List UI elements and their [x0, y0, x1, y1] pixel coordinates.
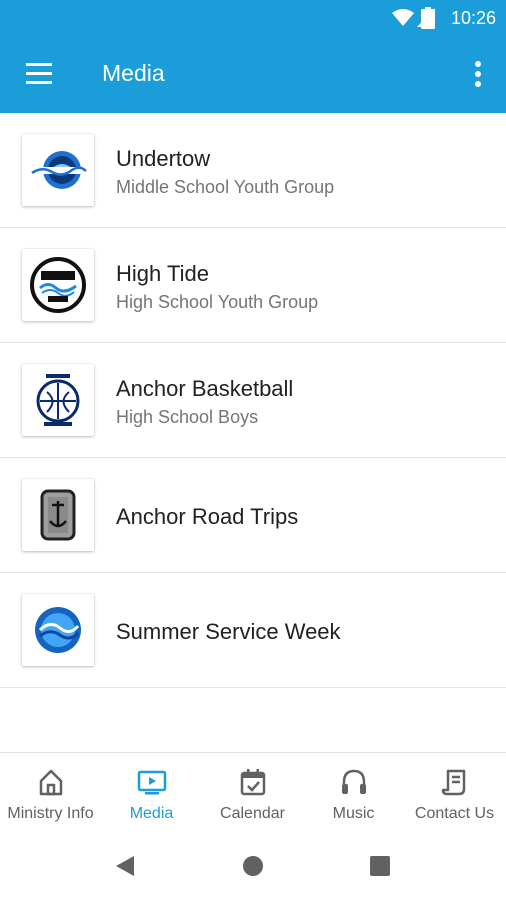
top-bar: 10:26 Media	[0, 0, 506, 113]
more-vert-icon	[475, 61, 481, 87]
item-title: Anchor Road Trips	[116, 504, 299, 529]
nav-label: Calendar	[220, 805, 285, 822]
nav-label: Media	[129, 805, 174, 822]
nav-calendar[interactable]: Calendar	[202, 753, 303, 833]
wifi-icon	[392, 9, 414, 26]
media-list: Undertow Middle School Youth Group High …	[0, 113, 506, 688]
nav-label: Contact Us	[414, 805, 495, 822]
recents-icon[interactable]	[369, 855, 391, 877]
anchor-road-trips-logo	[22, 479, 94, 551]
summer-service-week-logo	[22, 594, 94, 666]
list-item-summer-service-week[interactable]: Summer Service Week	[0, 573, 506, 688]
item-title: Undertow	[116, 146, 211, 171]
item-subtitle: High School Boys	[116, 407, 259, 427]
home-circle-icon[interactable]	[242, 855, 264, 877]
hamburger-icon	[26, 63, 52, 84]
high-tide-logo	[22, 249, 94, 321]
item-subtitle: Middle School Youth Group	[116, 177, 335, 197]
undertow-logo	[22, 134, 94, 206]
nav-music[interactable]: Music	[303, 753, 404, 833]
anchor-basketball-logo	[22, 364, 94, 436]
overflow-menu-button[interactable]	[468, 58, 488, 90]
back-icon[interactable]	[114, 854, 136, 878]
media-icon	[137, 770, 166, 795]
status-bar: 10:26	[0, 0, 506, 36]
page-title: Media	[102, 60, 165, 86]
item-title: High Tide	[116, 261, 209, 286]
calendar-icon	[240, 769, 265, 796]
status-time: 10:26	[450, 8, 496, 28]
home-icon	[39, 769, 62, 796]
nav-ministry-info[interactable]: Ministry Info	[0, 753, 101, 833]
item-subtitle: High School Youth Group	[116, 292, 319, 312]
bottom-navigation: Ministry Info Media Calendar Music Conta…	[0, 752, 506, 832]
list-item-anchor-road-trips[interactable]: Anchor Road Trips	[0, 458, 506, 573]
menu-button[interactable]	[22, 60, 58, 88]
list-item-anchor-basketball[interactable]: Anchor Basketball High School Boys	[0, 343, 506, 458]
battery-level-icon	[421, 7, 435, 29]
headphones-icon	[341, 769, 366, 794]
system-navigation-bar	[0, 832, 506, 900]
nav-label: Ministry Info	[7, 805, 94, 822]
contact-icon	[441, 769, 465, 796]
list-item-undertow[interactable]: Undertow Middle School Youth Group	[0, 113, 506, 228]
item-title: Anchor Basketball	[116, 376, 294, 401]
item-title: Summer Service Week	[116, 619, 341, 644]
list-item-high-tide[interactable]: High Tide High School Youth Group	[0, 228, 506, 343]
nav-contact-us[interactable]: Contact Us	[404, 753, 505, 833]
nav-media[interactable]: Media	[101, 753, 202, 833]
nav-label: Music	[332, 805, 375, 822]
